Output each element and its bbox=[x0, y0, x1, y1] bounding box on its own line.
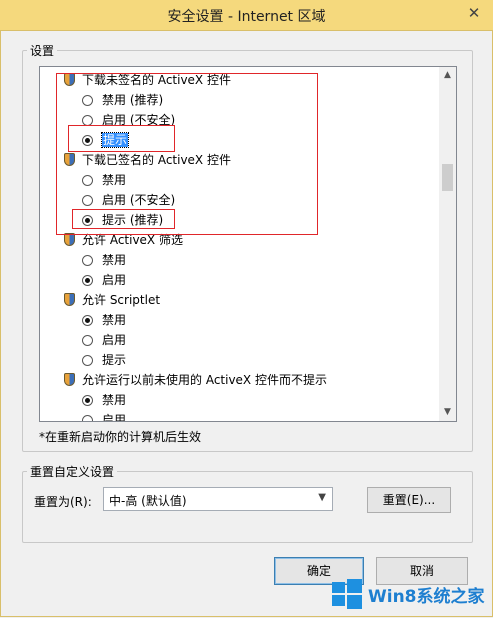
reset-to-label: 重置为(R): bbox=[34, 495, 92, 509]
settings-tree: 下载未签名的 ActiveX 控件 禁用 (推荐) 启用 (不安全) 提示 下载已签名的… bbox=[40, 67, 438, 421]
shield-icon bbox=[64, 373, 75, 386]
security-level-value: 中-高 (默认值) bbox=[109, 494, 187, 508]
radio-unchecked-icon[interactable] bbox=[82, 255, 93, 266]
close-icon[interactable]: ✕ bbox=[463, 3, 485, 23]
radio-unchecked-icon[interactable] bbox=[82, 195, 93, 206]
radio-checked-icon[interactable] bbox=[82, 275, 93, 286]
setting-option-label: 提示 bbox=[100, 132, 130, 148]
scroll-thumb[interactable] bbox=[442, 164, 453, 191]
setting-option-label: 提示 (推荐) bbox=[102, 213, 164, 227]
radio-unchecked-icon[interactable] bbox=[82, 415, 93, 421]
setting-option-label: 禁用 (推荐) bbox=[102, 93, 164, 107]
setting-option-label: 启用 bbox=[102, 413, 127, 421]
shield-icon bbox=[64, 153, 75, 166]
setting-option-label: 启用 bbox=[102, 273, 127, 287]
setting-option[interactable]: 启用 bbox=[82, 410, 126, 421]
setting-category-label: 下载已签名的 ActiveX 控件 bbox=[82, 153, 231, 167]
setting-category: 下载未签名的 ActiveX 控件 bbox=[64, 70, 231, 90]
setting-option-label: 启用 (不安全) bbox=[102, 193, 176, 207]
chevron-down-icon: ▼ bbox=[318, 492, 326, 503]
security-level-select[interactable]: 中-高 (默认值) ▼ bbox=[103, 487, 333, 511]
setting-option-label: 禁用 bbox=[102, 393, 127, 407]
shield-icon bbox=[64, 293, 75, 306]
radio-unchecked-icon[interactable] bbox=[82, 355, 93, 366]
windows-logo-icon bbox=[330, 578, 364, 609]
radio-unchecked-icon[interactable] bbox=[82, 95, 93, 106]
shield-icon bbox=[64, 73, 75, 86]
setting-option[interactable]: 禁用 bbox=[82, 170, 126, 190]
setting-option-label: 禁用 bbox=[102, 173, 127, 187]
scroll-down-icon[interactable]: ▼ bbox=[439, 404, 456, 421]
radio-checked-icon[interactable] bbox=[82, 395, 93, 406]
setting-option[interactable]: 禁用 bbox=[82, 250, 126, 270]
setting-option[interactable]: 禁用 (推荐) bbox=[82, 90, 163, 110]
setting-option-label: 禁用 bbox=[102, 253, 127, 267]
setting-category: 允许运行以前未使用的 ActiveX 控件而不提示 bbox=[64, 370, 327, 390]
setting-category-label: 下载未签名的 ActiveX 控件 bbox=[82, 73, 231, 87]
setting-category: 允许 ActiveX 筛选 bbox=[64, 230, 183, 250]
setting-category: 允许 Scriptlet bbox=[64, 290, 160, 310]
radio-unchecked-icon[interactable] bbox=[82, 115, 93, 126]
shield-icon bbox=[64, 233, 75, 246]
setting-option-label: 禁用 bbox=[102, 313, 127, 327]
radio-checked-icon[interactable] bbox=[82, 315, 93, 326]
watermark-text: Win8系统之家 bbox=[368, 587, 485, 607]
settings-group-label: 设置 bbox=[27, 42, 58, 59]
radio-unchecked-icon[interactable] bbox=[82, 175, 93, 186]
setting-option-label: 启用 bbox=[102, 333, 127, 347]
radio-unchecked-icon[interactable] bbox=[82, 335, 93, 346]
setting-option-label: 提示 bbox=[102, 353, 127, 367]
reset-button[interactable]: 重置(E)... bbox=[367, 487, 451, 513]
setting-category: 下载已签名的 ActiveX 控件 bbox=[64, 150, 231, 170]
setting-option[interactable]: 启用 (不安全) bbox=[82, 110, 175, 130]
setting-option[interactable]: 提示 bbox=[82, 350, 126, 370]
reset-group-label: 重置自定义设置 bbox=[27, 463, 118, 480]
watermark: Win8系统之家 bbox=[330, 576, 490, 614]
setting-option[interactable]: 提示 bbox=[82, 130, 130, 150]
setting-category-label: 允许 ActiveX 筛选 bbox=[82, 233, 183, 247]
radio-checked-icon[interactable] bbox=[82, 135, 93, 146]
setting-option[interactable]: 启用 (不安全) bbox=[82, 190, 175, 210]
setting-category-label: 允许运行以前未使用的 ActiveX 控件而不提示 bbox=[82, 373, 327, 387]
setting-option[interactable]: 禁用 bbox=[82, 390, 126, 410]
security-settings-list[interactable]: 下载未签名的 ActiveX 控件 禁用 (推荐) 启用 (不安全) 提示 下载已签名的… bbox=[39, 66, 457, 422]
window-title: 安全设置 - Internet 区域 bbox=[167, 9, 326, 25]
setting-category-label: 允许 Scriptlet bbox=[82, 293, 161, 307]
scroll-up-icon[interactable]: ▲ bbox=[439, 67, 456, 84]
setting-option[interactable]: 禁用 bbox=[82, 310, 126, 330]
restart-note: *在重新启动你的计算机后生效 bbox=[39, 430, 202, 444]
title-bar[interactable]: 安全设置 - Internet 区域 ✕ bbox=[0, 0, 493, 31]
vertical-scrollbar[interactable]: ▲ ▼ bbox=[439, 67, 456, 421]
setting-option[interactable]: 提示 (推荐) bbox=[82, 210, 163, 230]
radio-checked-icon[interactable] bbox=[82, 215, 93, 226]
setting-option-label: 启用 (不安全) bbox=[102, 113, 176, 127]
setting-option[interactable]: 启用 bbox=[82, 330, 126, 350]
setting-option[interactable]: 启用 bbox=[82, 270, 126, 290]
